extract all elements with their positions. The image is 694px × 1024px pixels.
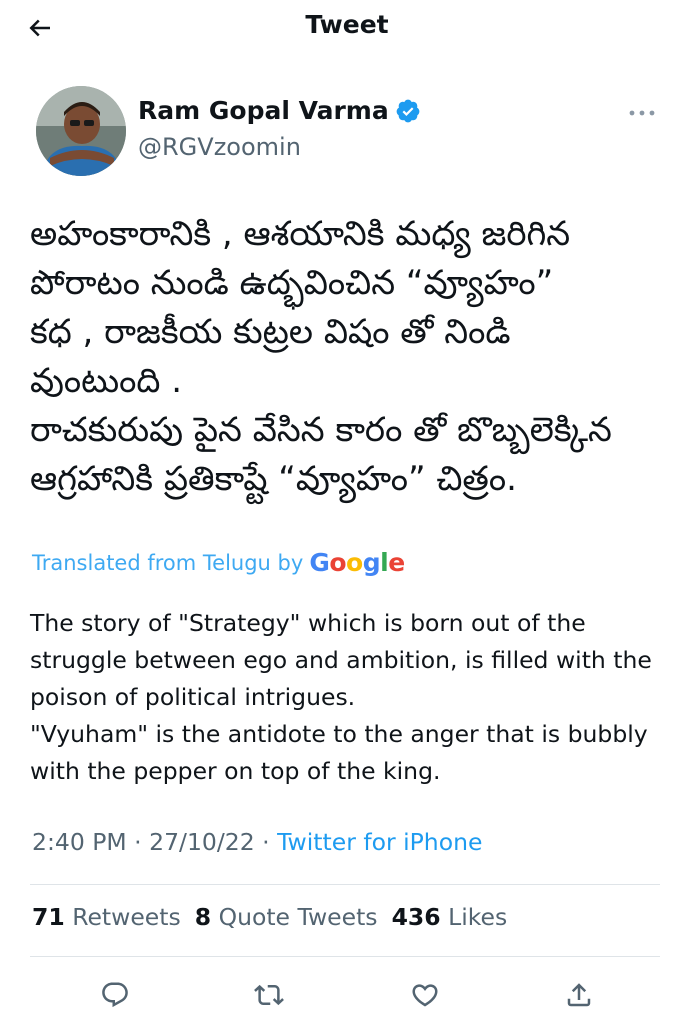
page-title: Tweet	[305, 10, 389, 39]
google-logo: Google	[309, 548, 405, 577]
tweet-date[interactable]: 27/10/22	[149, 828, 255, 856]
meta-separator: ·	[126, 828, 150, 856]
likes-count: 436	[391, 903, 441, 931]
retweet-button[interactable]	[246, 972, 292, 1018]
divider	[30, 884, 660, 885]
share-button[interactable]	[556, 972, 602, 1018]
tweet-stats: 71 Retweets 8 Quote Tweets 436 Likes	[32, 903, 507, 931]
tweet-meta: 2:40 PM · 27/10/22 · Twitter for iPhone	[32, 828, 482, 856]
tweet-text-line: వుంటుంది .	[30, 361, 183, 401]
tweet-actions	[0, 972, 694, 1018]
tweet-text-line: కధ , రాజకీయ కుట్రల విషం తో నిండి	[30, 312, 511, 352]
translated-text-line: poison of political intrigues.	[30, 683, 356, 711]
translated-text-line: with the pepper on top of the king.	[30, 757, 441, 785]
retweets-count: 71	[32, 903, 65, 931]
retweets-label: Retweets	[72, 903, 181, 931]
retweets-stat[interactable]: 71 Retweets	[32, 903, 181, 931]
more-horizontal-icon	[629, 110, 655, 116]
more-options-button[interactable]	[622, 98, 662, 128]
tweet-text-line: పోరాటం నుండి ఉద్భవించిన “వ్యూహం”	[30, 263, 554, 303]
translated-text-line: The story of "Strategy" which is born ou…	[30, 609, 586, 637]
author-name[interactable]: Ram Gopal Varma	[138, 96, 389, 125]
tweet-text-line: రాచకురుపు పైన వేసిన కారం తో బొబ్బలెక్కిన	[30, 410, 612, 450]
like-button[interactable]	[402, 972, 448, 1018]
quotes-label: Quote Tweets	[218, 903, 378, 931]
author-info[interactable]: Ram Gopal Varma @RGVzoomin	[138, 96, 421, 161]
translated-text: The story of "Strategy" which is born ou…	[30, 605, 670, 790]
translation-label[interactable]: Translated from Telugu by	[32, 551, 303, 575]
likes-label: Likes	[448, 903, 508, 931]
heart-icon	[412, 984, 438, 1007]
translated-text-line: struggle between ego and ambition, is fi…	[30, 646, 652, 674]
tweet-text: అహంకారానికి , ఆశయానికి మధ్య జరిగిన పోరాట…	[30, 210, 670, 504]
reply-button[interactable]	[92, 972, 138, 1018]
share-icon	[567, 983, 591, 1007]
tweet-text-line: ఆగ్రహానికి ప్రతికాష్టే “వ్యూహం” చిత్రం.	[30, 459, 517, 499]
translation-attribution[interactable]: Translated from Telugu by Google	[32, 548, 405, 577]
quotes-stat[interactable]: 8 Quote Tweets	[195, 903, 378, 931]
likes-stat[interactable]: 436 Likes	[392, 903, 508, 931]
retweet-icon	[254, 984, 284, 1006]
top-bar: Tweet	[0, 0, 694, 56]
tweet-source[interactable]: Twitter for iPhone	[277, 828, 482, 856]
divider	[30, 956, 660, 957]
avatar[interactable]	[36, 86, 126, 176]
avatar-image	[36, 86, 126, 176]
tweet-text-line: అహంకారానికి , ఆశయానికి మధ్య జరిగిన	[30, 214, 571, 254]
reply-icon	[102, 982, 128, 1008]
quotes-count: 8	[194, 903, 212, 931]
author-handle[interactable]: @RGVzoomin	[138, 133, 421, 161]
verified-badge-icon	[396, 99, 420, 122]
translated-text-line: "Vyuham" is the antidote to the anger th…	[30, 720, 648, 748]
meta-separator: ·	[254, 828, 278, 856]
tweet-time[interactable]: 2:40 PM	[32, 828, 127, 856]
